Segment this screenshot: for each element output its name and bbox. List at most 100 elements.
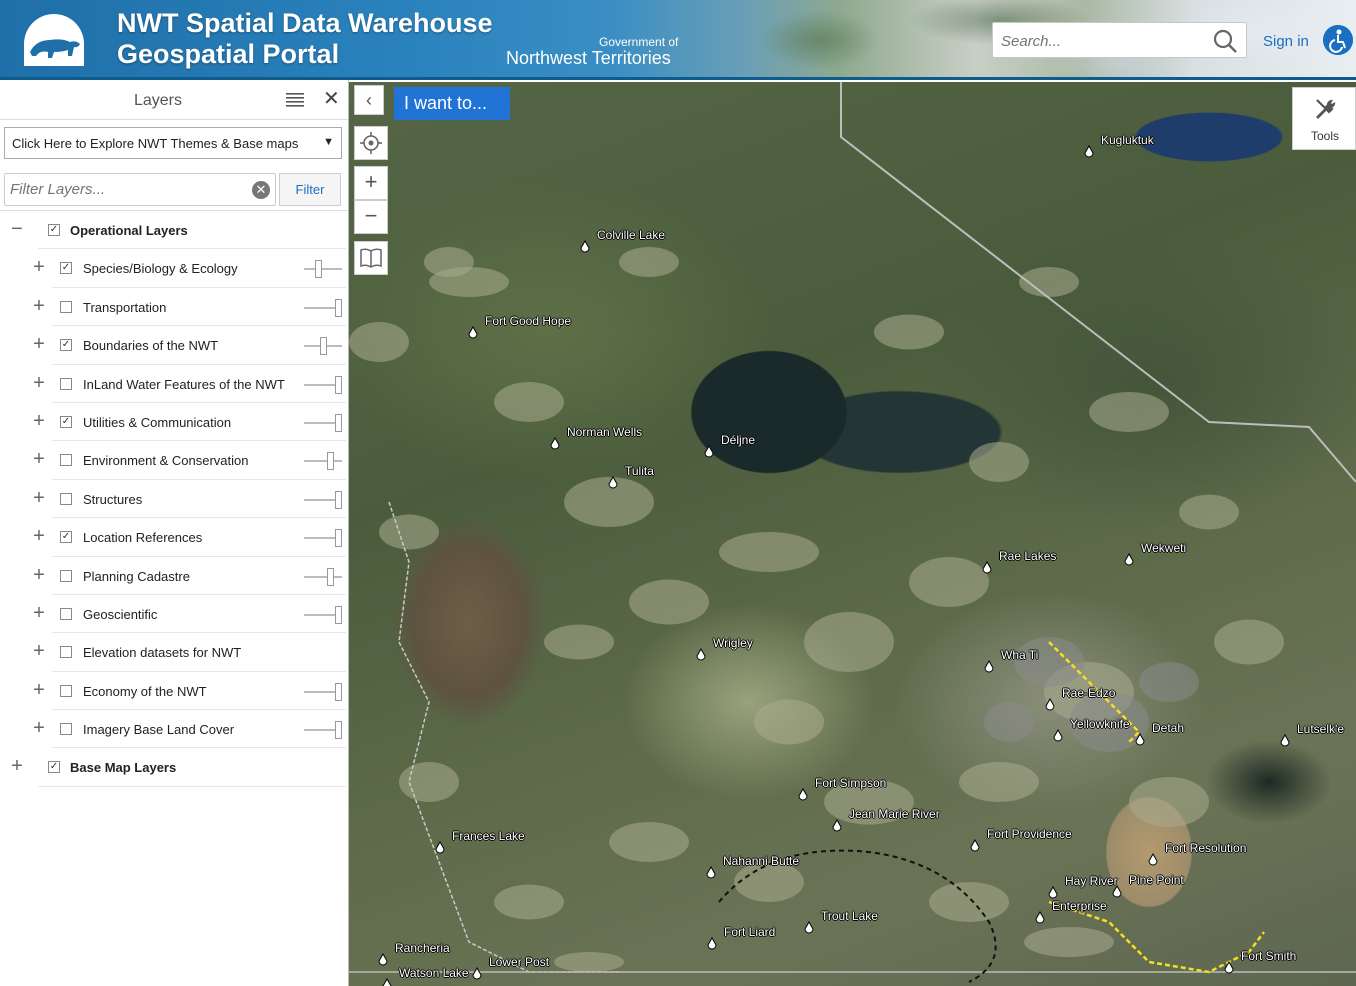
slider-knob[interactable] — [335, 298, 342, 317]
expand-icon[interactable]: + — [32, 373, 46, 393]
place-label[interactable]: Tulita — [625, 464, 654, 478]
place-label[interactable]: Fort Providence — [987, 827, 1072, 841]
layer-checkbox[interactable] — [60, 492, 72, 505]
location-pin-icon[interactable] — [696, 647, 706, 661]
place-label[interactable]: Lower Post — [489, 955, 549, 969]
place-label[interactable]: Detah — [1152, 721, 1184, 735]
opacity-slider[interactable] — [304, 567, 342, 586]
expand-icon[interactable]: + — [32, 641, 46, 661]
opacity-slider[interactable] — [304, 652, 342, 654]
expand-icon[interactable]: + — [32, 296, 46, 316]
location-pin-icon[interactable] — [472, 966, 482, 980]
location-pin-icon[interactable] — [382, 977, 392, 986]
place-label[interactable]: Fort Good Hope — [485, 314, 571, 328]
layer-row[interactable]: + Environment & Conservation — [0, 441, 348, 480]
location-pin-icon[interactable] — [550, 436, 560, 450]
place-label[interactable]: Fort Smith — [1241, 949, 1296, 963]
expand-icon[interactable]: + — [32, 257, 46, 277]
location-pin-icon[interactable] — [1280, 733, 1290, 747]
place-label[interactable]: Norman Wells — [567, 425, 642, 439]
layer-row[interactable]: + Economy of the NWT — [0, 672, 348, 711]
accessibility-icon[interactable] — [1323, 25, 1353, 55]
location-pin-icon[interactable] — [984, 659, 994, 673]
expand-icon[interactable]: + — [32, 718, 46, 738]
location-pin-icon[interactable] — [706, 865, 716, 879]
layer-row[interactable]: + Transportation — [0, 288, 348, 327]
tools-button[interactable]: Tools — [1292, 87, 1356, 150]
expand-icon[interactable]: + — [32, 449, 46, 469]
layer-row[interactable]: + Geoscientific — [0, 595, 348, 634]
layer-checkbox[interactable]: ✓ — [60, 415, 72, 428]
location-pin-icon[interactable] — [970, 838, 980, 852]
opacity-slider[interactable] — [304, 721, 342, 740]
location-pin-icon[interactable] — [1148, 852, 1158, 866]
expand-icon[interactable]: + — [32, 680, 46, 700]
location-pin-icon[interactable] — [1084, 144, 1094, 158]
opacity-slider[interactable] — [304, 298, 342, 317]
expand-icon[interactable]: + — [32, 411, 46, 431]
opacity-slider[interactable] — [304, 605, 342, 624]
expand-icon[interactable]: + — [32, 526, 46, 546]
layer-checkbox[interactable] — [60, 300, 72, 313]
place-label[interactable]: Colville Lake — [597, 228, 665, 242]
clear-filter-icon[interactable]: ✕ — [252, 181, 270, 199]
layer-group-row[interactable]: + ✓ Base Map Layers — [0, 748, 348, 787]
location-pin-icon[interactable] — [435, 840, 445, 854]
place-label[interactable]: Jean Marie River — [849, 807, 940, 821]
search-icon[interactable] — [1212, 28, 1238, 54]
filter-button[interactable]: Filter — [279, 173, 341, 206]
place-label[interactable]: Rancheria — [395, 941, 450, 955]
expand-icon[interactable]: + — [32, 603, 46, 623]
expand-icon[interactable]: + — [32, 565, 46, 585]
layer-checkbox[interactable] — [60, 646, 72, 659]
opacity-slider[interactable] — [304, 260, 342, 279]
map-view[interactable]: ‹ I want to... + − Tools Kugluktuk Colvil… — [349, 82, 1356, 986]
place-label[interactable]: Nahanni Butte — [723, 854, 799, 868]
layer-row[interactable]: + ✓ Location References — [0, 518, 348, 557]
place-label[interactable]: Wha Ti — [1001, 648, 1038, 662]
place-label[interactable]: Yellowknife — [1070, 717, 1130, 731]
place-label[interactable]: Lutselk'e — [1297, 722, 1344, 736]
place-label[interactable]: Rae-Edzo — [1062, 686, 1115, 700]
location-pin-icon[interactable] — [704, 444, 714, 458]
location-pin-icon[interactable] — [378, 952, 388, 966]
location-pin-icon[interactable] — [798, 787, 808, 801]
slider-knob[interactable] — [335, 413, 342, 432]
place-label[interactable]: Kugluktuk — [1101, 133, 1154, 147]
slider-knob[interactable] — [314, 260, 322, 279]
layer-group-row[interactable]: − ✓ Operational Layers — [0, 211, 348, 250]
opacity-slider[interactable] — [304, 337, 342, 356]
layer-checkbox[interactable] — [60, 607, 72, 620]
layer-checkbox[interactable] — [60, 569, 72, 582]
slider-knob[interactable] — [335, 721, 342, 740]
layer-row[interactable]: + InLand Water Features of the NWT — [0, 365, 348, 403]
i-want-to-button[interactable]: I want to... — [394, 87, 510, 120]
zoom-out-button[interactable]: − — [354, 200, 388, 234]
location-pin-icon[interactable] — [468, 325, 478, 339]
theme-basemap-select[interactable]: Click Here to Explore NWT Themes & Base … — [4, 127, 342, 159]
location-pin-icon[interactable] — [1053, 728, 1063, 742]
opacity-slider[interactable] — [304, 490, 342, 509]
layer-checkbox[interactable]: ✓ — [48, 761, 60, 774]
opacity-slider[interactable] — [304, 452, 342, 471]
collapse-panel-button[interactable]: ‹ — [354, 85, 384, 115]
place-label[interactable]: Enterprise — [1052, 899, 1107, 913]
slider-knob[interactable] — [327, 452, 335, 471]
location-pin-icon[interactable] — [707, 936, 717, 950]
layer-checkbox[interactable]: ✓ — [60, 531, 72, 544]
place-label[interactable]: Wekweti — [1141, 541, 1186, 555]
location-pin-icon[interactable] — [982, 560, 992, 574]
place-label[interactable]: Fort Liard — [724, 925, 775, 939]
opacity-slider[interactable] — [304, 375, 342, 394]
layer-checkbox[interactable] — [60, 377, 72, 390]
expand-icon[interactable]: + — [32, 334, 46, 354]
place-label[interactable]: Trout Lake — [821, 909, 878, 923]
expand-icon[interactable]: + — [10, 756, 24, 776]
location-pin-icon[interactable] — [832, 818, 842, 832]
filter-layers-input[interactable] — [10, 181, 240, 198]
layer-row[interactable]: + Imagery Base Land Cover — [0, 710, 348, 749]
slider-knob[interactable] — [335, 490, 342, 509]
slider-knob[interactable] — [327, 567, 335, 586]
layer-checkbox[interactable]: ✓ — [60, 339, 72, 352]
place-label[interactable]: Fort Resolution — [1165, 841, 1246, 855]
